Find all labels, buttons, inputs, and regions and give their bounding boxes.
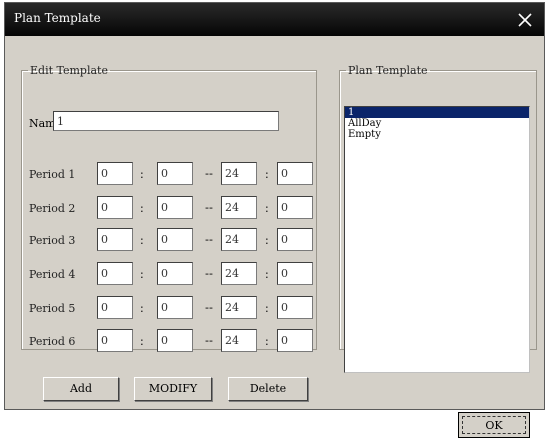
end-hour-field[interactable] <box>221 296 257 319</box>
start-hour-field[interactable] <box>97 296 133 319</box>
range-dash: -- <box>205 334 213 347</box>
range-dash: -- <box>205 167 213 180</box>
end-hour-field[interactable] <box>221 228 257 251</box>
ok-button-label: OK <box>462 416 526 434</box>
start-hour-field[interactable] <box>97 262 133 285</box>
period-row: Period 2: --: <box>5 196 335 220</box>
colon-separator: : <box>140 268 144 281</box>
period-row: Period 5: --: <box>5 296 335 320</box>
colon-separator: : <box>140 302 144 315</box>
range-dash: -- <box>205 233 213 246</box>
plan-template-legend: Plan Template <box>348 64 428 77</box>
end-hour-field[interactable] <box>221 196 257 219</box>
end-minute-field[interactable] <box>277 296 313 319</box>
start-minute-field[interactable] <box>157 196 193 219</box>
name-input[interactable] <box>53 111 279 131</box>
start-hour-field[interactable] <box>97 162 133 185</box>
ok-button[interactable]: OK <box>458 412 530 438</box>
colon-separator: : <box>140 335 144 348</box>
end-minute-field[interactable] <box>277 162 313 185</box>
start-hour-field[interactable] <box>97 329 133 352</box>
colon-separator: : <box>265 302 269 315</box>
colon-separator: : <box>265 335 269 348</box>
colon-separator: : <box>265 268 269 281</box>
period-label: Period 4 <box>29 268 76 281</box>
range-dash: -- <box>205 301 213 314</box>
plan-list-item[interactable]: Empty <box>345 129 529 140</box>
colon-separator: : <box>140 202 144 215</box>
start-minute-field[interactable] <box>157 262 193 285</box>
end-hour-field[interactable] <box>221 262 257 285</box>
colon-separator: : <box>265 234 269 247</box>
plan-template-dialog: Plan Template Edit Template Name Period … <box>4 2 545 438</box>
modify-button[interactable]: MODIFY <box>134 377 212 401</box>
edit-template-legend: Edit Template <box>30 64 108 77</box>
colon-separator: : <box>140 234 144 247</box>
start-minute-field[interactable] <box>157 329 193 352</box>
plan-list-item[interactable]: 1 <box>345 107 529 118</box>
period-row: Period 3: --: <box>5 228 335 252</box>
start-minute-field[interactable] <box>157 296 193 319</box>
add-button[interactable]: Add <box>43 377 119 401</box>
period-label: Period 2 <box>29 202 76 215</box>
period-row: Period 4: --: <box>5 262 335 286</box>
colon-separator: : <box>265 202 269 215</box>
close-button[interactable] <box>512 8 538 32</box>
start-hour-field[interactable] <box>97 228 133 251</box>
plan-template-list[interactable]: 1 AllDay Empty <box>344 106 530 373</box>
end-minute-field[interactable] <box>277 196 313 219</box>
start-hour-field[interactable] <box>97 196 133 219</box>
start-minute-field[interactable] <box>157 228 193 251</box>
period-label: Period 3 <box>29 234 76 247</box>
end-minute-field[interactable] <box>277 329 313 352</box>
period-label: Period 6 <box>29 335 76 348</box>
period-row: Period 6: --: <box>5 329 335 353</box>
end-hour-field[interactable] <box>221 162 257 185</box>
dialog-body: Edit Template Name Period 1:--:Period 2:… <box>5 36 544 438</box>
title-bar[interactable]: Plan Template <box>5 3 544 36</box>
colon-separator: : <box>265 168 269 181</box>
period-row: Period 1: --: <box>5 162 335 186</box>
close-icon <box>518 13 532 27</box>
range-dash: -- <box>205 267 213 280</box>
period-label: Period 5 <box>29 302 76 315</box>
end-hour-field[interactable] <box>221 329 257 352</box>
end-minute-field[interactable] <box>277 228 313 251</box>
range-dash: -- <box>205 201 213 214</box>
colon-separator: : <box>140 168 144 181</box>
window-title: Plan Template <box>14 11 101 25</box>
period-label: Period 1 <box>29 168 76 181</box>
start-minute-field[interactable] <box>157 162 193 185</box>
plan-list-item[interactable]: AllDay <box>345 118 529 129</box>
delete-button[interactable]: Delete <box>228 377 308 401</box>
end-minute-field[interactable] <box>277 262 313 285</box>
